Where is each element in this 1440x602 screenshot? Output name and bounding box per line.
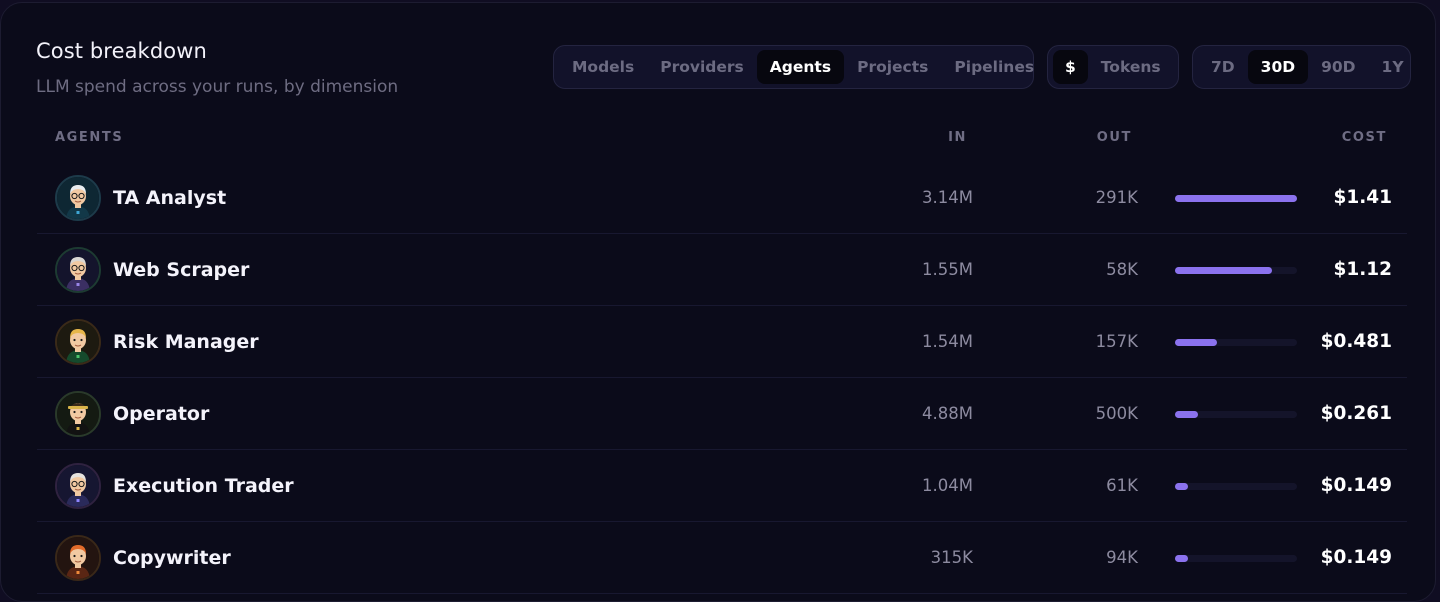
ta-analyst-avatar-icon [55,175,101,221]
table-row[interactable]: Execution Trader 1.04M 61K $0.149 [37,450,1407,522]
agent-name[interactable]: Operator [113,378,209,449]
tab-projects[interactable]: Projects [844,50,941,84]
cost-value: $0.261 [1320,403,1392,424]
cost-bar-fill [1175,339,1217,346]
output-tokens-value: 157K [1095,332,1138,351]
cost-bar-track [1175,339,1297,346]
cost-bar-track [1175,483,1297,490]
input-tokens-value: 1.54M [922,332,973,351]
output-tokens-value: 500K [1095,404,1138,423]
tab-models[interactable]: Models [559,50,647,84]
column-header-out: OUT [1096,130,1132,145]
range-7d-button[interactable]: 7D [1198,50,1248,84]
input-tokens-value: 3.14M [922,188,973,207]
tab-providers[interactable]: Providers [647,50,757,84]
unit-toggle: $ Tokens [1047,45,1179,89]
time-range-tabs: 7D 30D 90D 1Y [1192,45,1411,89]
table-row[interactable]: Copywriter 315K 94K $0.149 [37,522,1407,594]
cost-bar-track [1175,411,1297,418]
column-header-in: IN [948,130,967,145]
column-header-agents: AGENTS [55,130,124,145]
tab-agents[interactable]: Agents [756,50,845,84]
web-scraper-avatar-icon [55,247,101,293]
cost-bar-track [1175,267,1297,274]
copywriter-avatar-icon [55,535,101,581]
range-90d-button[interactable]: 90D [1308,50,1368,84]
cost-value: $1.12 [1333,259,1392,280]
agent-name[interactable]: Web Scraper [113,234,249,305]
output-tokens-value: 61K [1106,476,1138,495]
cost-bar-fill [1175,483,1188,490]
agent-name[interactable]: Risk Manager [113,306,259,377]
agent-name[interactable]: Copywriter [113,522,231,593]
cost-bar-fill [1175,411,1198,418]
cost-value: $0.481 [1320,331,1392,352]
cost-value: $0.149 [1320,475,1392,496]
input-tokens-value: 1.55M [922,260,973,279]
tab-pipelines[interactable]: Pipelines [941,50,1047,84]
input-tokens-value: 4.88M [922,404,973,423]
dimension-tabs: Models Providers Agents Projects Pipelin… [553,45,1034,89]
table-row[interactable]: Web Scraper 1.55M 58K $1.12 [37,234,1407,306]
unit-dollar-button[interactable]: $ [1053,50,1088,84]
output-tokens-value: 291K [1095,188,1138,207]
cost-breakdown-panel: Cost breakdown LLM spend across your run… [0,2,1436,602]
risk-manager-avatar-icon [55,319,101,365]
cost-bar-fill [1175,195,1297,202]
input-tokens-value: 1.04M [922,476,973,495]
input-tokens-value: 315K [930,548,973,567]
cost-value: $0.149 [1320,547,1392,568]
agent-name[interactable]: Execution Trader [113,450,294,521]
table-row[interactable]: TA Analyst 3.14M 291K $1.41 [37,162,1407,234]
table-row[interactable]: Risk Manager 1.54M 157K $0.481 [37,306,1407,378]
panel-subtitle: LLM spend across your runs, by dimension [36,77,399,97]
range-1y-button[interactable]: 1Y [1369,50,1417,84]
cost-bar-track [1175,555,1297,562]
table-row[interactable]: Operator 4.88M 500K $0.261 [37,378,1407,450]
cost-value: $1.41 [1333,187,1392,208]
execution-trader-avatar-icon [55,463,101,509]
panel-title: Cost breakdown [36,39,207,63]
agent-name[interactable]: TA Analyst [113,162,226,233]
range-30d-button[interactable]: 30D [1247,50,1309,84]
unit-tokens-button[interactable]: Tokens [1088,50,1174,84]
operator-avatar-icon [55,391,101,437]
cost-bar-fill [1175,267,1272,274]
column-header-cost: COST [1341,130,1387,145]
cost-bar-track [1175,195,1297,202]
cost-bar-fill [1175,555,1188,562]
output-tokens-value: 94K [1106,548,1138,567]
output-tokens-value: 58K [1106,260,1138,279]
